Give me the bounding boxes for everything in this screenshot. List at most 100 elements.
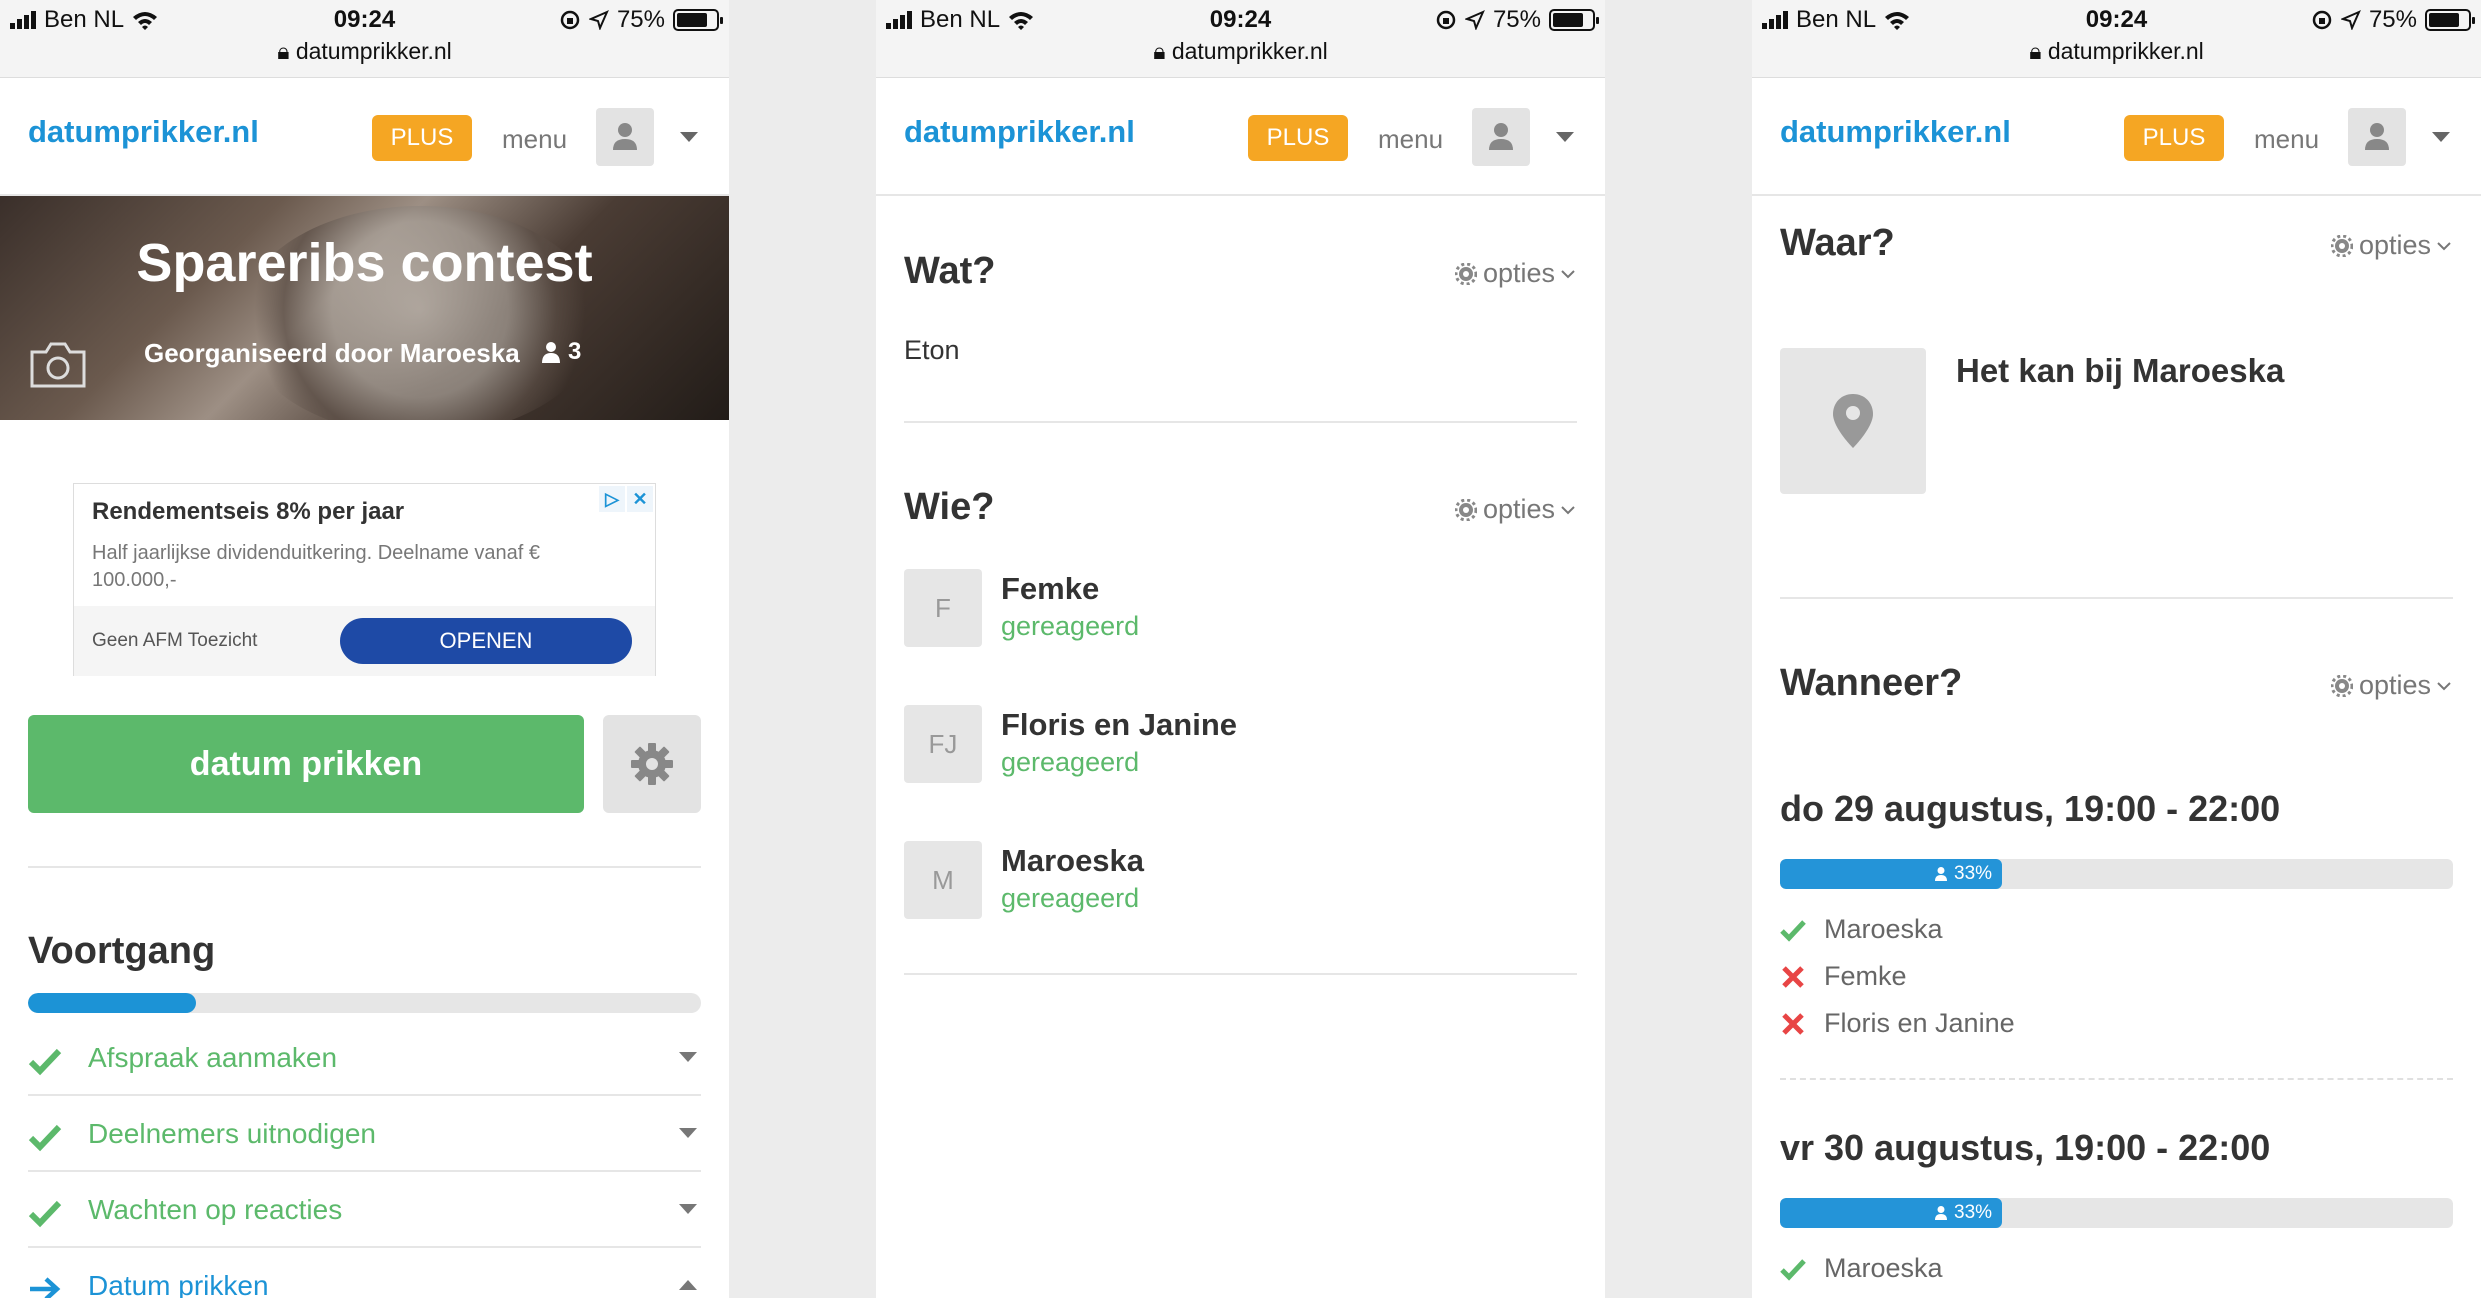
step-wachten-op-reacties[interactable]: Wachten op reacties — [28, 1172, 701, 1248]
chevron-down-icon[interactable] — [680, 132, 698, 142]
participant-name: Femke — [1001, 571, 1100, 606]
url-bar[interactable]: 🔒︎ datumprikker.nl — [0, 38, 729, 65]
checkmark-icon — [1780, 920, 1806, 942]
participant-maroeska[interactable]: M Maroeska gereageerd — [904, 841, 1577, 921]
navbar: datumprikker.nl PLUS menu — [1752, 78, 2481, 196]
status-bar: Ben NL 09:24 75% 🔒︎ datumprikker.nl — [876, 0, 1605, 78]
navbar: datumprikker.nl PLUS menu — [876, 78, 1605, 196]
site-logo[interactable]: datumprikker.nl — [28, 114, 259, 150]
step-datum-prikken[interactable]: Datum prikken — [28, 1248, 701, 1298]
opties-label: opties — [1482, 258, 1555, 288]
step-deelnemers-uitnodigen[interactable]: Deelnemers uitnodigen — [28, 1096, 701, 1172]
organizer-text: Georganiseerd door Maroeska — [144, 338, 520, 368]
voter-name: Maroeska — [1824, 1253, 1943, 1283]
wat-value: Eton — [904, 335, 960, 365]
event-title: Spareribs contest — [136, 233, 593, 293]
avatar[interactable] — [2348, 108, 2406, 166]
date-option-title[interactable]: do 29 augustus, 19:00 - 22:00 — [1780, 788, 2280, 830]
location-text: Het kan bij Maroeska — [1956, 352, 2285, 389]
cross-icon — [1782, 966, 1804, 988]
waar-opties-button[interactable]: opties — [2330, 230, 2451, 261]
person-icon — [1935, 867, 1948, 881]
participant-femke[interactable]: F Femke gereageerd — [904, 569, 1577, 649]
wat-opties-button[interactable]: opties — [1454, 258, 1575, 289]
vote-percent: 33% — [1954, 863, 1993, 884]
chevron-up-icon — [679, 1280, 697, 1290]
step-afspraak-aanmaken[interactable]: Afspraak aanmaken — [28, 1020, 701, 1096]
wie-opties-button[interactable]: opties — [1454, 494, 1575, 525]
person-icon — [1935, 1206, 1948, 1220]
date-vote-bar: 33% — [1780, 859, 2453, 889]
site-logo[interactable]: datumprikker.nl — [1780, 114, 2011, 150]
checkmark-icon — [1780, 1259, 1806, 1281]
menu-link[interactable]: menu — [2254, 124, 2319, 155]
vote-percent: 33% — [1954, 1202, 1993, 1223]
date-option-title[interactable]: vr 30 augustus, 19:00 - 22:00 — [1780, 1127, 2270, 1169]
chevron-down-icon — [679, 1128, 697, 1138]
user-icon — [1489, 123, 1513, 150]
menu-link[interactable]: menu — [502, 124, 567, 155]
participant-count: 3 — [568, 338, 582, 365]
gear-icon — [2330, 234, 2353, 257]
wanneer-opties-button[interactable]: opties — [2330, 670, 2451, 701]
divider — [28, 866, 701, 868]
participant-status: gereageerd — [1001, 883, 1140, 913]
voter-name: Floris en Janine — [1824, 1008, 2015, 1038]
opties-label: opties — [2358, 670, 2431, 700]
url-bar[interactable]: 🔒︎ datumprikker.nl — [876, 38, 1605, 65]
battery-icon — [2425, 9, 2475, 31]
location-arrow-icon — [1464, 10, 1485, 30]
chevron-down-icon[interactable] — [2432, 132, 2450, 142]
rotation-lock-icon — [2312, 10, 2332, 30]
user-icon — [613, 123, 637, 150]
site-logo[interactable]: datumprikker.nl — [904, 114, 1135, 150]
checkmark-icon — [28, 1200, 62, 1228]
ad-description: Half jaarlijkse dividenduitkering. Deeln… — [92, 542, 541, 591]
participant-initials: M — [904, 841, 982, 919]
participant-status: gereageerd — [1001, 747, 1140, 777]
person-icon — [542, 342, 560, 363]
battery-percent: 75% — [1492, 6, 1541, 33]
ad-open-button[interactable]: OPENEN — [340, 618, 632, 664]
avatar[interactable] — [596, 108, 654, 166]
battery-icon — [1549, 9, 1599, 31]
datum-prikken-button[interactable]: datum prikken — [28, 715, 584, 813]
participant-initials: F — [904, 569, 982, 647]
battery-percent: 75% — [2368, 6, 2417, 33]
gear-icon — [1454, 498, 1477, 521]
avatar[interactable] — [1472, 108, 1530, 166]
voter-name: Femke — [1824, 961, 1907, 991]
step-label: Afspraak aanmaken — [88, 1042, 338, 1073]
wanneer-title: Wanneer? — [1780, 662, 1963, 704]
battery-icon — [673, 9, 723, 31]
opties-label: opties — [1482, 494, 1555, 524]
plus-button[interactable]: PLUS — [372, 115, 472, 161]
advertisement[interactable]: ▷ ✕ Rendementseis 8% per jaar Half jaarl… — [73, 483, 656, 676]
navbar: datumprikker.nl PLUS menu — [0, 78, 729, 196]
map-pin-icon — [1833, 394, 1873, 448]
adchoices-icon[interactable]: ▷ — [599, 486, 625, 512]
chevron-down-icon — [2437, 681, 2451, 690]
opties-label: opties — [2358, 230, 2431, 260]
screen-3: Ben NL 09:24 75% 🔒︎ datumprikker.nl datu… — [1752, 0, 2481, 1298]
url-bar[interactable]: 🔒︎ datumprikker.nl — [1752, 38, 2481, 65]
chevron-down-icon[interactable] — [1556, 132, 1574, 142]
menu-link[interactable]: menu — [1378, 124, 1443, 155]
participant-floris-en-janine[interactable]: FJ Floris en Janine gereageerd — [904, 705, 1577, 785]
location-thumbnail[interactable] — [1780, 348, 1926, 494]
plus-button[interactable]: PLUS — [1248, 115, 1348, 161]
chevron-down-icon — [679, 1204, 697, 1214]
close-ad-icon[interactable]: ✕ — [627, 486, 653, 512]
rotation-lock-icon — [560, 10, 580, 30]
wat-title: Wat? — [904, 250, 996, 292]
ad-disclaimer: Geen AFM Toezicht — [92, 630, 258, 651]
divider — [904, 421, 1577, 423]
divider — [1780, 597, 2453, 599]
url-text: datumprikker.nl — [2047, 38, 2204, 64]
settings-button[interactable] — [603, 715, 701, 813]
location-arrow-icon — [588, 10, 609, 30]
chevron-down-icon — [679, 1052, 697, 1062]
camera-icon[interactable] — [28, 338, 88, 390]
plus-button[interactable]: PLUS — [2124, 115, 2224, 161]
lock-icon: 🔒︎ — [277, 38, 290, 64]
